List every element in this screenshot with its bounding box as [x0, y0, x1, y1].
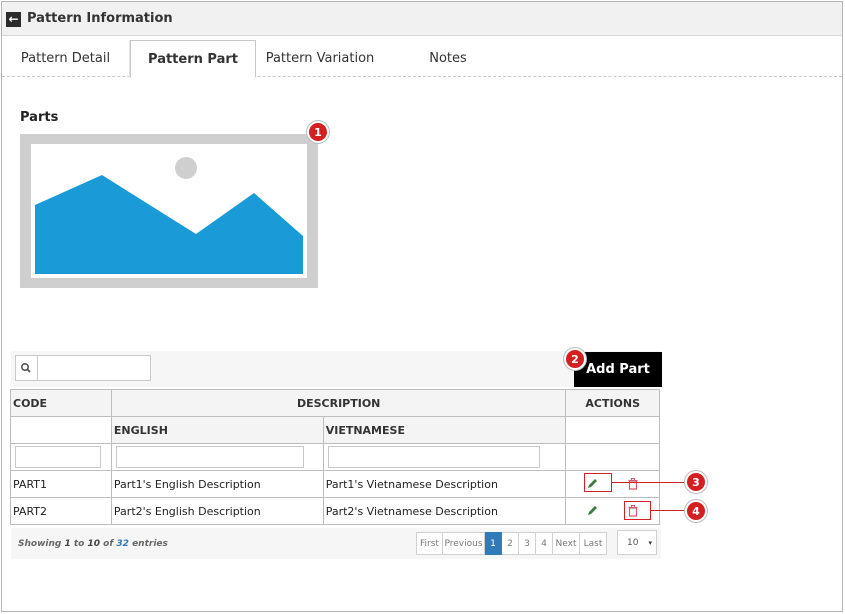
tab-pattern-part[interactable]: Pattern Part — [130, 40, 256, 78]
column-header-english[interactable]: ENGLISH — [110, 416, 324, 444]
part-image-placeholder[interactable] — [20, 134, 318, 288]
add-part-button[interactable]: Add Part — [574, 352, 662, 387]
callout-line-3 — [612, 482, 686, 483]
image-placeholder-icon — [35, 157, 303, 274]
parts-heading: Parts — [20, 110, 59, 125]
cell-code: PART1 — [10, 470, 112, 498]
info-to: 10 — [87, 539, 101, 549]
pagination: First Previous 1 2 3 4 Next Last — [416, 532, 607, 555]
column-header-actions: ACTIONS — [565, 389, 660, 417]
filter-code-input[interactable] — [15, 446, 101, 468]
page-size-select[interactable]: 10 ▾ — [617, 530, 657, 555]
table-row: PART1 Part1's English Description Part1'… — [10, 470, 660, 498]
tab-pattern-variation[interactable]: Pattern Variation — [256, 40, 384, 77]
image-canvas — [31, 144, 307, 278]
info-total: 32 — [116, 539, 129, 549]
cell-actions — [565, 470, 660, 498]
callout-badge-3: 3 — [685, 471, 707, 493]
filter-english-input[interactable] — [115, 446, 304, 468]
pager-page-3[interactable]: 3 — [519, 532, 536, 555]
pager-page-2[interactable]: 2 — [502, 532, 519, 555]
trash-icon[interactable] — [625, 477, 641, 491]
back-arrow-icon[interactable]: ← — [6, 12, 21, 27]
column-header-description: DESCRIPTION — [110, 389, 567, 417]
search-icon — [15, 355, 37, 381]
info-entries-word: entries — [128, 539, 168, 549]
pager-last[interactable]: Last — [580, 532, 607, 555]
sun-shape — [175, 157, 197, 179]
info-to-word: to — [70, 539, 88, 549]
tab-pattern-detail[interactable]: Pattern Detail — [2, 40, 130, 77]
pattern-information-panel: ← Pattern Information Pattern Detail Pat… — [1, 1, 843, 612]
pager-page-1[interactable]: 1 — [485, 532, 502, 555]
search-input[interactable] — [37, 355, 151, 381]
pager-first[interactable]: First — [416, 532, 443, 555]
info-of-word: of — [100, 539, 117, 549]
filter-cell-english — [110, 443, 324, 471]
tab-bar: Pattern Detail Pattern Part Pattern Vari… — [2, 39, 842, 78]
column-header-code[interactable]: CODE — [10, 389, 112, 417]
delete-highlight-box — [624, 501, 651, 520]
page-size-value: 10 — [627, 538, 639, 548]
filter-cell-code — [10, 443, 112, 471]
chevron-down-icon: ▾ — [648, 539, 652, 547]
column-header-vietnamese[interactable]: VIETNAMESE — [322, 416, 567, 444]
table-row: PART2 Part2's English Description Part2'… — [10, 497, 660, 525]
subheader-actions-empty — [565, 416, 660, 444]
pager-next[interactable]: Next — [553, 532, 580, 555]
table-footer: Showing 1 to 10 of 32 entries First Prev… — [11, 528, 661, 559]
tab-notes[interactable]: Notes — [384, 40, 512, 77]
panel-header: ← Pattern Information — [2, 2, 842, 36]
cell-code: PART2 — [10, 497, 112, 525]
cell-english: Part2's English Description — [110, 497, 324, 525]
pagination-info: Showing 1 to 10 of 32 entries — [18, 539, 168, 549]
cell-english: Part1's English Description — [110, 470, 324, 498]
pager-previous[interactable]: Previous — [443, 532, 485, 555]
filter-vietnamese-input[interactable] — [327, 446, 540, 468]
edit-highlight-box — [584, 473, 612, 492]
cell-vietnamese: Part2's Vietnamese Description — [322, 497, 567, 525]
info-prefix: Showing — [18, 539, 65, 549]
callout-badge-1: 1 — [307, 121, 329, 143]
pager-page-4[interactable]: 4 — [536, 532, 553, 555]
filter-cell-actions — [565, 443, 660, 471]
page-title: Pattern Information — [27, 11, 173, 26]
pencil-icon[interactable] — [584, 504, 600, 518]
mountain-shape — [35, 175, 303, 274]
callout-badge-2: 2 — [564, 348, 586, 370]
callout-badge-4: 4 — [685, 500, 707, 522]
cell-vietnamese: Part1's Vietnamese Description — [322, 470, 567, 498]
subheader-empty — [10, 416, 112, 444]
callout-line-4 — [651, 510, 686, 511]
filter-cell-vietnamese — [322, 443, 567, 471]
parts-table: CODE DESCRIPTION ACTIONS ENGLISH VIETNAM… — [10, 389, 660, 525]
